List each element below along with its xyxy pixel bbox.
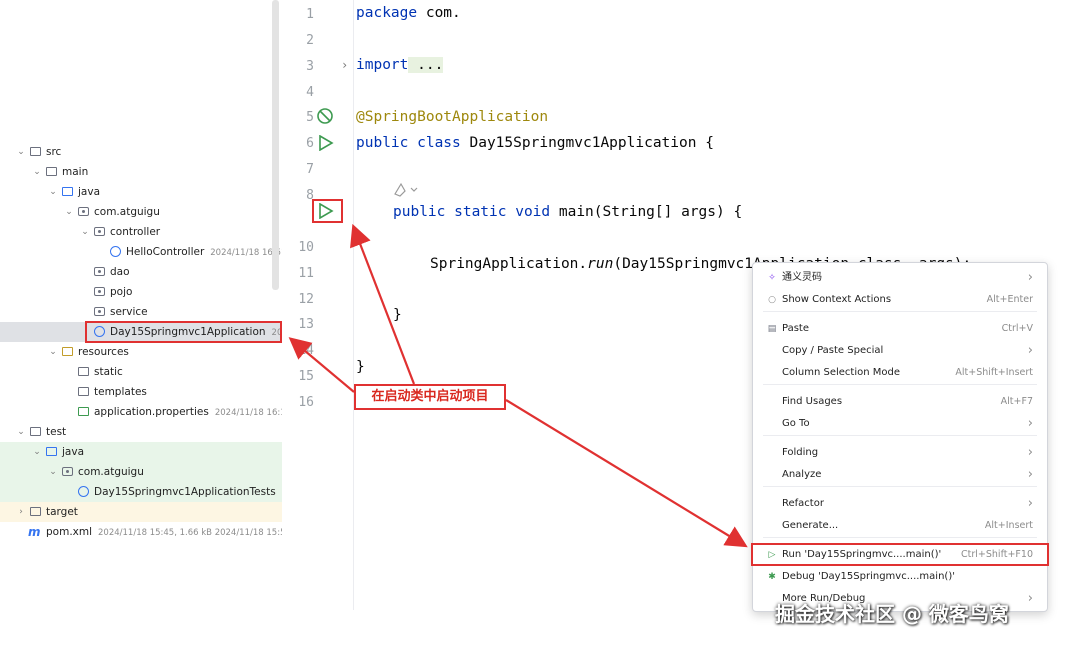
watermark: 掘金技术社区 @ 微客鸟窝 <box>775 602 1009 626</box>
callout-label: 在启动类中启动项目 <box>354 384 506 410</box>
annotation-arrows <box>288 223 748 548</box>
